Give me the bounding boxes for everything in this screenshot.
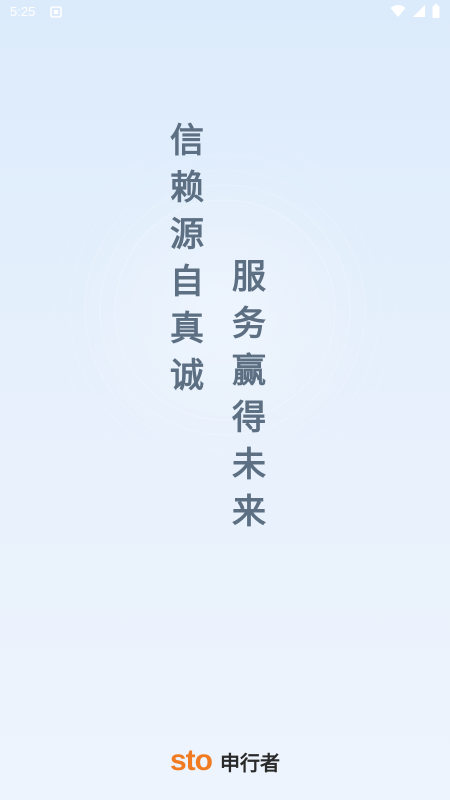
status-icons: [390, 4, 440, 18]
status-bar: 5:25: [0, 0, 450, 24]
slogan-char: 真: [170, 309, 204, 349]
brand-logo: sto: [170, 744, 213, 777]
slogan-char: 未: [232, 445, 266, 485]
wifi-icon: [390, 5, 406, 17]
background-rings: [54, 140, 396, 481]
slogan-char: 源: [170, 215, 204, 255]
slogan-char: 诚: [170, 356, 204, 396]
slogan-char: 自: [170, 262, 204, 302]
slogan-char: 赖: [170, 168, 204, 208]
status-time: 5:25: [10, 4, 36, 19]
signal-icon: [413, 5, 425, 17]
slogan-char: 来: [232, 492, 266, 532]
brand-footer: sto 申行者: [0, 744, 450, 778]
slogan-char: 务: [232, 304, 266, 344]
brand-name: 申行者: [220, 750, 280, 775]
slogan-left-column: 信 赖 源 自 真 诚: [170, 118, 204, 400]
slogan-right-column: 服 务 赢 得 未 来: [232, 254, 266, 536]
slogan-char: 信: [170, 121, 204, 161]
slogan-char: 得: [232, 398, 266, 438]
slogan-char: 服: [232, 257, 266, 297]
slogan-char: 赢: [232, 351, 266, 391]
notification-icon: [50, 6, 62, 18]
battery-icon: [432, 4, 440, 18]
